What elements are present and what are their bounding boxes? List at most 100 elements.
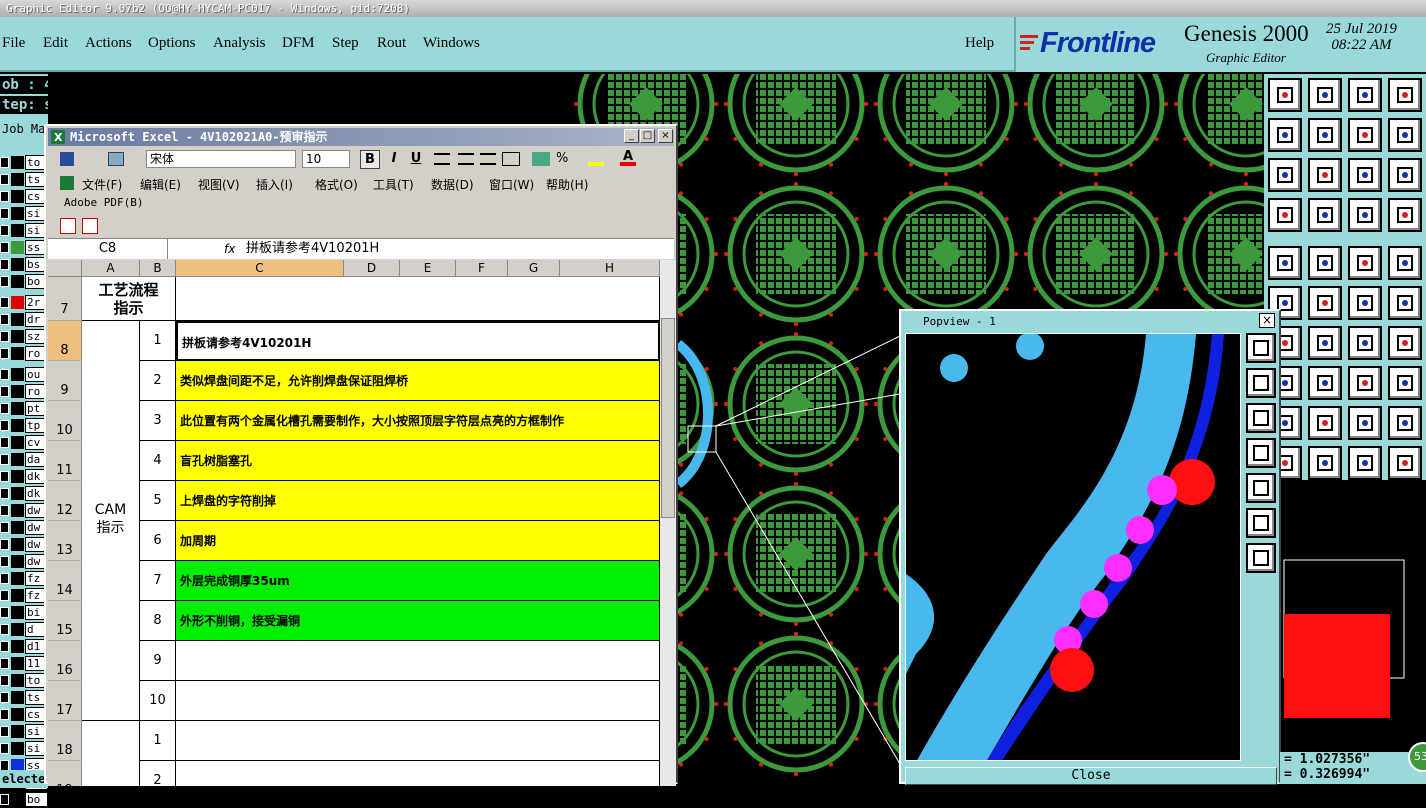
layer-checkbox[interactable] xyxy=(0,454,9,465)
row-header[interactable]: 19 xyxy=(48,761,82,786)
layer-checkbox[interactable] xyxy=(0,369,9,380)
pad-icon[interactable] xyxy=(1268,246,1302,280)
layer-row[interactable]: sz xyxy=(0,328,48,345)
instruction-cell[interactable] xyxy=(176,721,660,761)
select-all-corner[interactable] xyxy=(48,260,82,277)
corner-icon[interactable] xyxy=(1308,246,1342,280)
column-header[interactable]: E xyxy=(400,260,456,277)
layer-row[interactable]: dw xyxy=(0,536,48,553)
layer-row[interactable]: dw xyxy=(0,519,48,536)
percent-button[interactable]: % xyxy=(556,150,572,168)
pv-up-icon[interactable] xyxy=(1246,368,1276,398)
row-header[interactable]: 7 xyxy=(48,277,82,321)
instruction-cell[interactable] xyxy=(176,641,660,681)
layer-row[interactable]: dk xyxy=(0,468,48,485)
layer-checkbox[interactable] xyxy=(0,607,9,618)
popview-window[interactable]: Popview - 1 × Close xyxy=(899,309,1281,785)
popview-close-button[interactable]: Close xyxy=(905,767,1277,785)
xmenu-view[interactable]: 视图(V) xyxy=(198,176,240,193)
layer-checkbox[interactable] xyxy=(0,692,9,703)
vector-icon[interactable] xyxy=(1348,286,1382,320)
instruction-cell[interactable]: 加周期 xyxy=(176,521,660,561)
excel-window[interactable]: X Microsoft Excel - 4V102021A0-预审指示 _ □ … xyxy=(44,124,678,786)
popview-canvas[interactable] xyxy=(905,333,1241,761)
menu-analysis[interactable]: Analysis xyxy=(213,35,266,52)
layer-row[interactable]: dw xyxy=(0,553,48,570)
fill-color-icon[interactable] xyxy=(588,152,604,166)
pdf-convert-icon[interactable] xyxy=(60,218,76,234)
menu-options[interactable]: Options xyxy=(148,35,196,52)
layer-row[interactable]: si xyxy=(0,740,48,757)
spreadsheet-grid[interactable]: A B C D E F G H 7 工艺流程 指示 8 1 拼板请参考4V10201H 9 2 类似焊盘间距不… xyxy=(48,260,660,786)
layer-row[interactable]: si xyxy=(0,222,48,239)
layer-checkbox[interactable] xyxy=(0,488,9,499)
layer-row[interactable]: bo xyxy=(0,273,48,290)
adobe-pdf-menu[interactable]: Adobe PDF(B) xyxy=(64,196,143,209)
layer-row[interactable]: to xyxy=(0,154,48,171)
help-icon[interactable] xyxy=(1388,158,1422,192)
enter-left-icon[interactable] xyxy=(1268,118,1302,152)
layer-row[interactable]: pt xyxy=(0,400,48,417)
tools-icon[interactable] xyxy=(1268,198,1302,232)
font-color-icon[interactable]: A xyxy=(620,150,636,166)
layer-row[interactable]: cs xyxy=(0,706,48,723)
layer-row[interactable]: d1 xyxy=(0,638,48,655)
row-header[interactable]: 14 xyxy=(48,561,82,601)
slice-icon[interactable] xyxy=(1308,366,1342,400)
layer-row[interactable]: si xyxy=(0,723,48,740)
pv-down-icon[interactable] xyxy=(1246,403,1276,433)
center-icon[interactable] xyxy=(1308,158,1342,192)
layer-row[interactable]: fz xyxy=(0,587,48,604)
instruction-cell[interactable]: 外层完成铜厚35um xyxy=(176,561,660,601)
job-manager-tab[interactable]: Job Ma xyxy=(0,120,48,138)
swap-icon[interactable] xyxy=(1348,118,1382,152)
font-name-select[interactable]: 宋体 xyxy=(146,150,296,168)
pv-fit-icon[interactable] xyxy=(1246,508,1276,538)
column-header[interactable]: C xyxy=(176,260,344,277)
layer-checkbox[interactable] xyxy=(0,675,9,686)
layer-checkbox[interactable] xyxy=(0,709,9,720)
instruction-cell[interactable]: 类似焊盘间距不足，允许削焊盘保证阻焊桥 xyxy=(176,361,660,401)
ratio-icon[interactable] xyxy=(1348,158,1382,192)
popview-title-bar[interactable]: Popview - 1 xyxy=(903,313,1277,330)
layer-checkbox[interactable] xyxy=(0,191,9,202)
layer-row[interactable]: dk xyxy=(0,485,48,502)
layer-checkbox[interactable] xyxy=(0,386,9,397)
layer-row[interactable]: ou xyxy=(0,366,48,383)
menu-dfm[interactable]: DFM xyxy=(282,35,315,52)
row-header[interactable]: 17 xyxy=(48,681,82,721)
pv-left-icon[interactable] xyxy=(1246,438,1276,468)
row-header[interactable]: 11 xyxy=(48,441,82,481)
menu-windows[interactable]: Windows xyxy=(423,35,480,52)
cross-icon[interactable] xyxy=(1308,286,1342,320)
menu-step[interactable]: Step xyxy=(332,35,359,52)
menu-help[interactable]: Help xyxy=(965,35,994,52)
column-header[interactable]: B xyxy=(140,260,176,277)
layer-checkbox[interactable] xyxy=(0,331,9,342)
step-icon[interactable] xyxy=(1388,446,1422,480)
column-header[interactable]: A xyxy=(82,260,140,277)
layer-checkbox[interactable] xyxy=(0,420,9,431)
row-header[interactable]: 10 xyxy=(48,401,82,441)
layer-row[interactable]: d xyxy=(0,621,48,638)
layer-row[interactable]: cs xyxy=(0,188,48,205)
currency-icon[interactable] xyxy=(532,152,550,166)
xmenu-data[interactable]: 数据(D) xyxy=(431,176,474,193)
rotate-icon[interactable] xyxy=(1348,326,1382,360)
xmenu-window[interactable]: 窗口(W) xyxy=(489,176,534,193)
xmenu-file[interactable]: 文件(F) xyxy=(82,176,122,193)
layer-checkbox[interactable] xyxy=(0,297,9,308)
layer-checkbox[interactable] xyxy=(0,259,9,270)
layer-checkbox[interactable] xyxy=(0,726,9,737)
close-button[interactable]: × xyxy=(658,129,673,143)
layer-checkbox[interactable] xyxy=(0,174,9,185)
layer-stack-icon[interactable] xyxy=(1348,198,1382,232)
layer-checkbox[interactable] xyxy=(0,276,9,287)
formula-input[interactable]: 拼板请参考4V10201H xyxy=(246,239,379,259)
pv-right-icon[interactable] xyxy=(1246,473,1276,503)
row-header[interactable]: 12 xyxy=(48,481,82,521)
maximize-button[interactable]: □ xyxy=(640,129,655,143)
pdf-email-icon[interactable] xyxy=(82,218,98,234)
name-box[interactable]: C8 xyxy=(48,239,168,259)
instruction-cell[interactable]: 盲孔树脂塞孔 xyxy=(176,441,660,481)
